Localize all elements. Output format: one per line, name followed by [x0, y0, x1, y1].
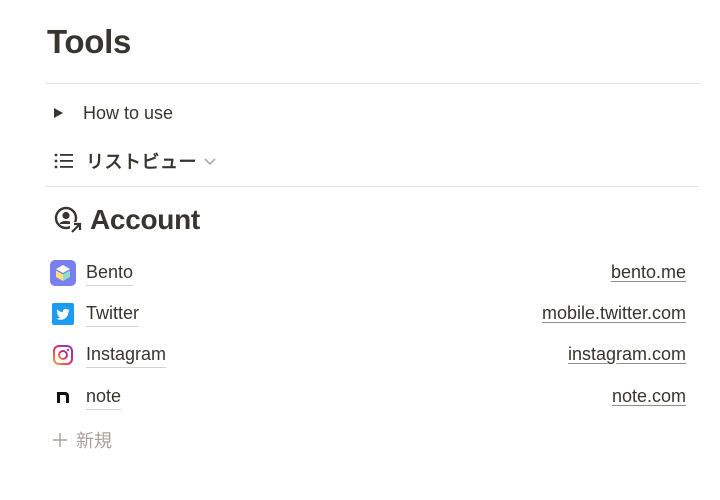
how-to-use-toggle[interactable]: How to use: [47, 99, 173, 127]
plus-icon: [50, 430, 70, 450]
list-icon: [54, 150, 76, 172]
table-row[interactable]: Instagram instagram.com: [48, 337, 690, 373]
row-name[interactable]: Bento: [86, 261, 134, 286]
row-url-link[interactable]: bento.me: [611, 261, 686, 283]
new-row-button[interactable]: 新規: [50, 426, 112, 454]
triangle-right-icon[interactable]: [47, 102, 69, 124]
title-divider: [46, 83, 701, 84]
table-row[interactable]: note note.com: [48, 379, 690, 415]
toggle-label: How to use: [83, 102, 174, 123]
row-name[interactable]: Instagram: [86, 343, 167, 368]
instagram-logo-icon: [50, 342, 76, 368]
bento-logo-icon: [50, 260, 76, 286]
row-url-link[interactable]: mobile.twitter.com: [542, 302, 686, 324]
row-name[interactable]: note: [86, 385, 122, 410]
row-url-link[interactable]: note.com: [612, 385, 686, 407]
page-title: Tools: [47, 23, 132, 60]
view-divider: [46, 186, 699, 187]
row-name[interactable]: Twitter: [86, 302, 140, 327]
database-name: Account: [90, 204, 200, 235]
view-selector[interactable]: リストビュー: [54, 147, 217, 175]
view-label: リストビュー: [86, 152, 197, 173]
table-row[interactable]: Twitter mobile.twitter.com: [48, 296, 690, 332]
twitter-logo-icon: [50, 301, 76, 327]
note-logo-icon: [50, 384, 76, 410]
page: Tools How to use リストビュー Account Bento be…: [0, 0, 720, 500]
chevron-down-icon[interactable]: [203, 156, 217, 166]
account-link-icon: [54, 206, 82, 234]
new-row-label: 新規: [76, 431, 112, 452]
table-row[interactable]: Bento bento.me: [48, 255, 690, 291]
row-url-link[interactable]: instagram.com: [568, 343, 686, 365]
database-title: Account: [54, 200, 200, 240]
